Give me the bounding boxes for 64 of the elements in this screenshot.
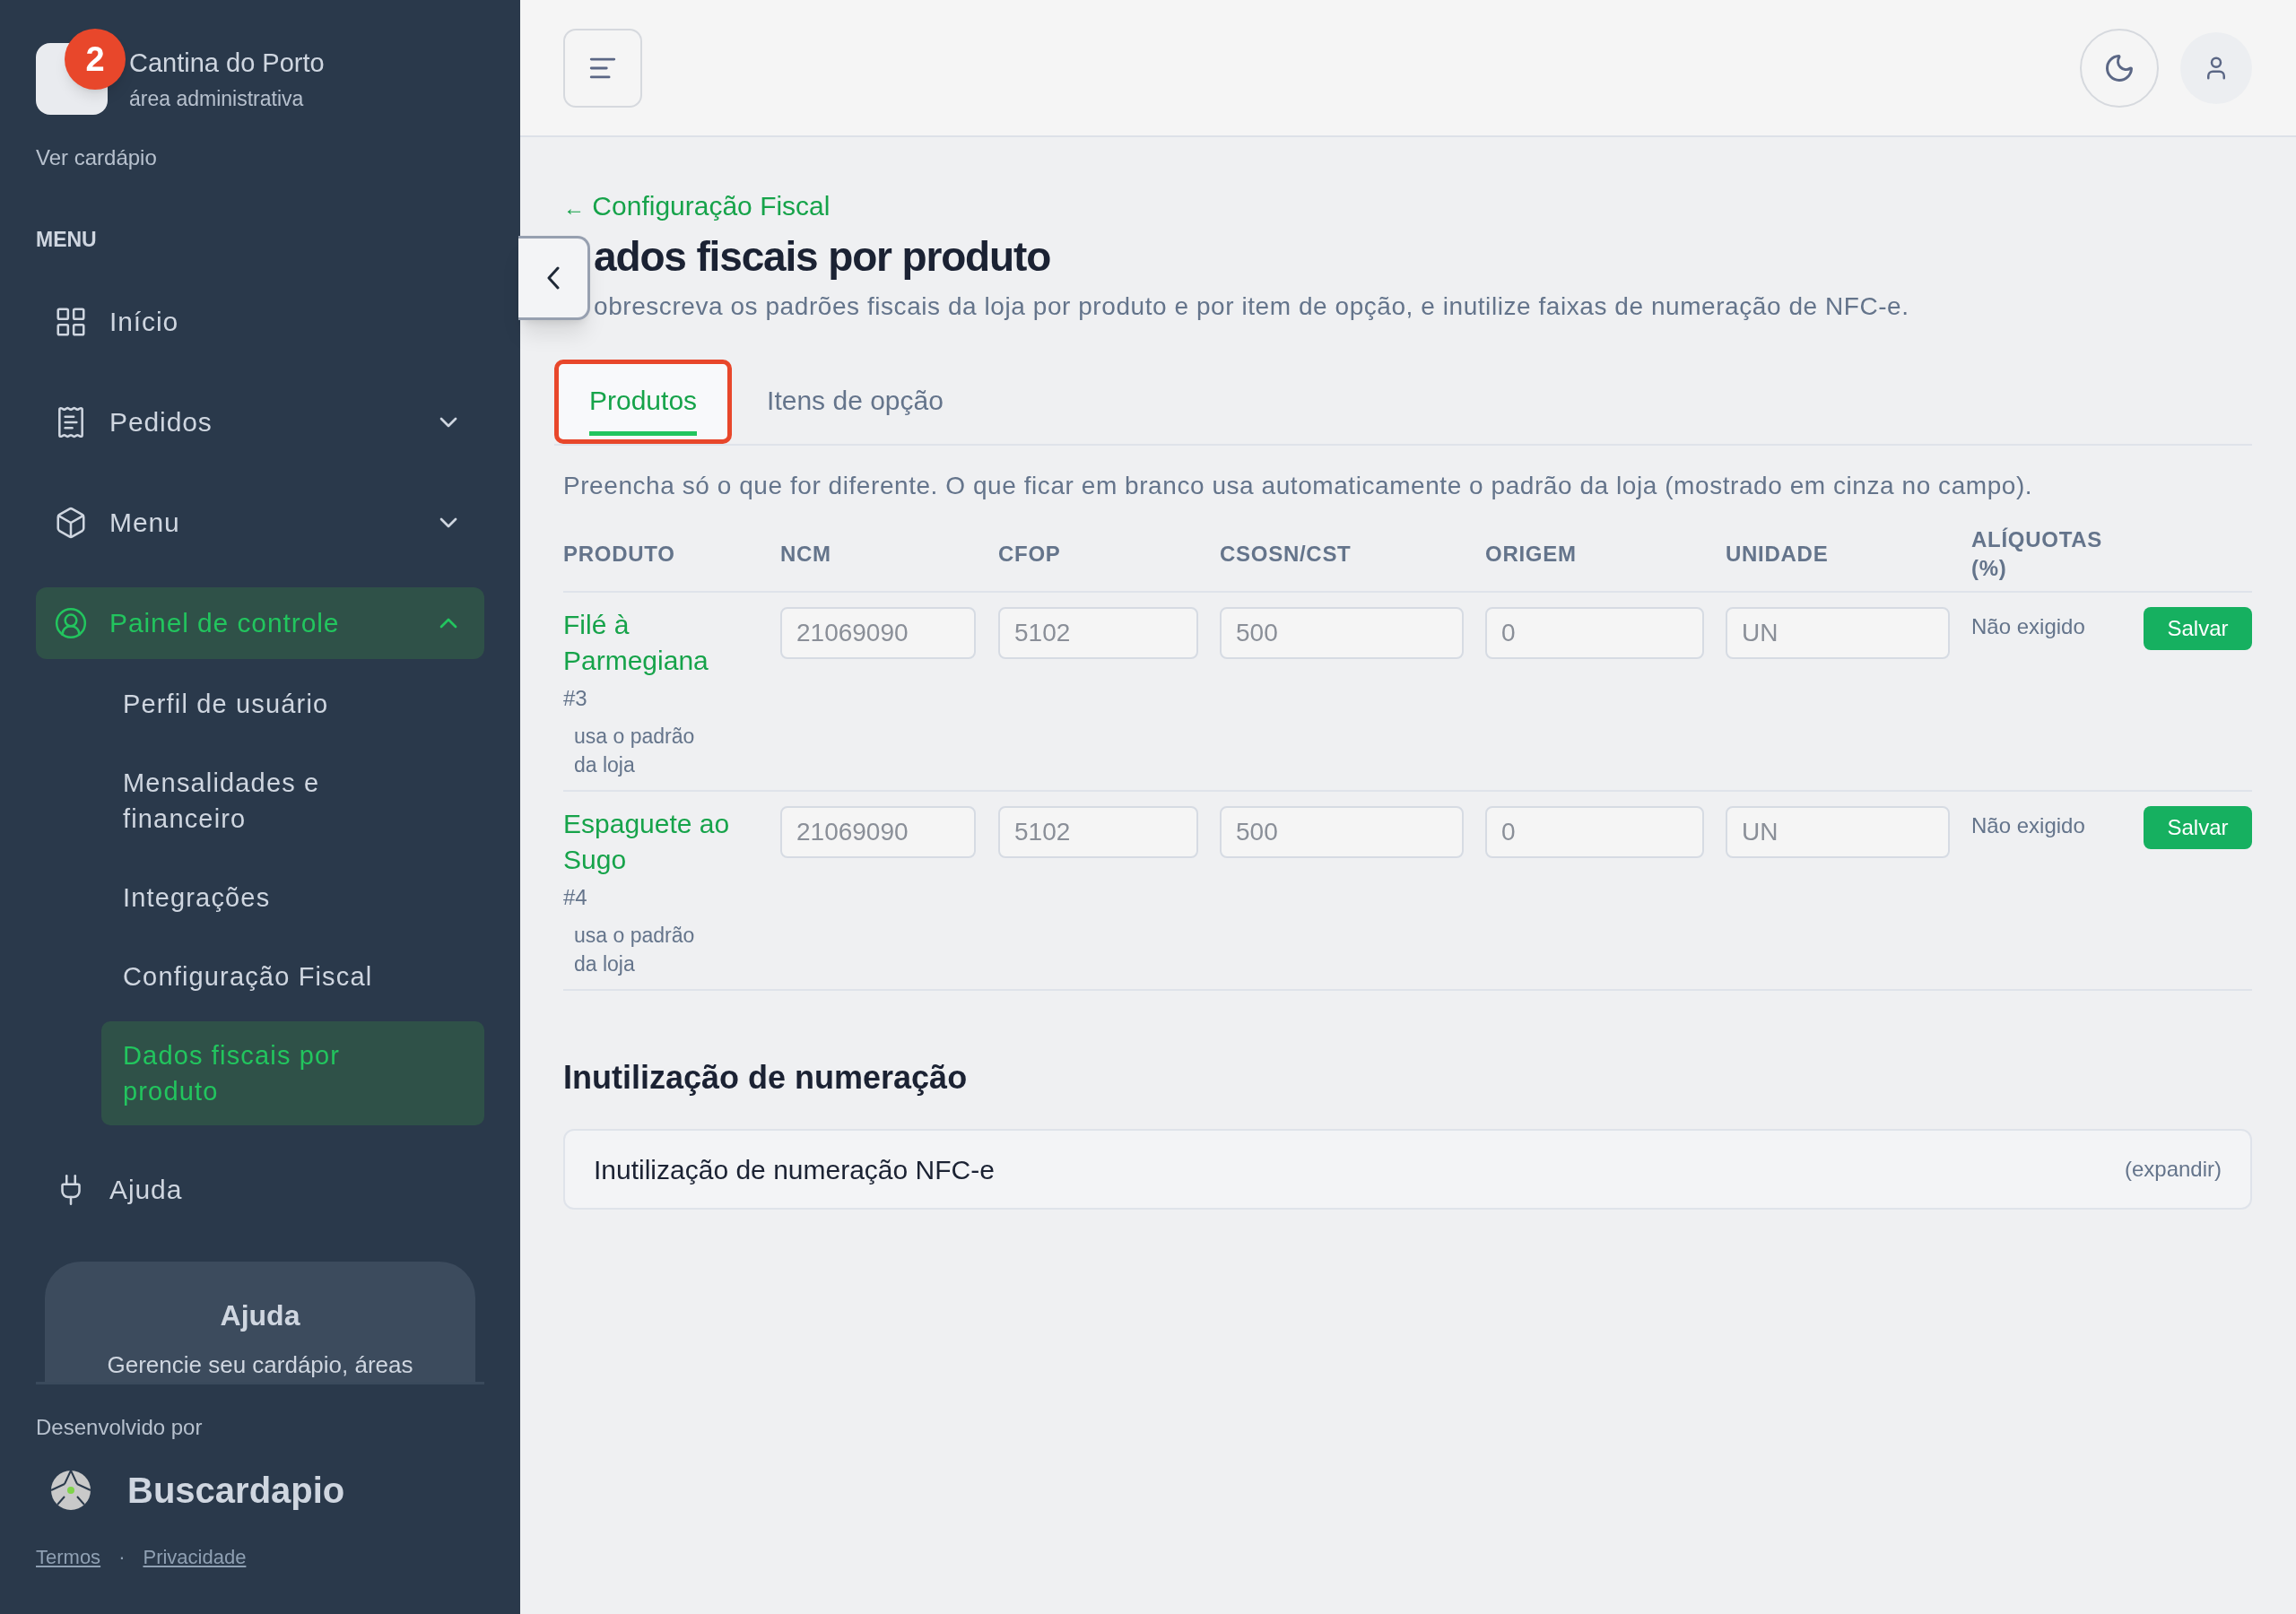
product-name-link[interactable]: Espaguete ao Sugo [563,806,762,878]
rates-status: Não exigido [1971,613,2086,640]
page-title: ados fiscais por produto [593,232,1052,282]
save-button[interactable]: Salvar [2144,806,2252,849]
hint-text: Preencha só o que for diferente. O que ficar em branco usa automaticamente o padrão da loja (mostrado em cinza no campo). [563,471,2034,501]
aperture-logo-icon [50,1469,91,1511]
column-header: ORIGEM [1485,541,1578,568]
text-field[interactable]: 0 [1485,806,1704,858]
accordion-header[interactable]: Inutilização de numeração NFC-e (expandir) [563,1129,2252,1210]
sub-nav-item[interactable]: Perfil de usuário [101,669,484,738]
sub-nav-item[interactable]: Integrações [101,863,484,932]
text-field[interactable]: 21069090 [780,607,976,659]
section-label: MENU [36,227,98,253]
collapse-sidebar-button[interactable] [518,236,590,320]
product-id: #4 [563,884,588,911]
product-id: #3 [563,685,588,712]
sub-nav-item[interactable]: Dados fiscais por produto [101,1020,484,1125]
text-field[interactable]: 5102 [998,806,1198,858]
column-header: NCM [780,541,832,568]
nav-item[interactable]: Início [36,285,484,358]
section-title: Inutilização de numeração [563,1058,969,1098]
column-header: PRODUTO [563,541,676,568]
column-header: ALÍQUOTAS (%) [1971,526,2104,582]
column-header: CFOP [998,541,1062,568]
step-badge: 2 [65,29,126,90]
column-header: CSOSN/CST [1220,541,1352,568]
text-field[interactable]: 21069090 [780,806,976,858]
save-button[interactable]: Salvar [2144,607,2252,650]
terms-link[interactable]: Termos [36,1541,101,1572]
box-icon [54,505,88,540]
brand-name: Buscardapio [127,1469,345,1512]
help-card-text: Gerencie seu cardápio, áreas [107,1350,413,1378]
store-subtitle: área administrativa [129,85,305,112]
separator-dot: · [118,1544,126,1570]
privacy-link[interactable]: Privacidade [143,1541,247,1572]
developed-by-label: Desenvolvido por [36,1413,204,1441]
text-field[interactable]: 0 [1485,607,1704,659]
product-name-link[interactable]: Filé à Parmegiana [563,607,762,679]
nav-item[interactable]: Menu [36,486,484,559]
text-field[interactable]: UN [1726,607,1950,659]
theme-toggle-button[interactable] [2080,28,2159,108]
text-field[interactable]: 500 [1220,607,1464,659]
page-subtitle: obrescreva os padrões fiscais da loja por produto e por item de opção, e inutilize faixas de numeração de NFC-e. [593,291,1910,322]
sub-nav-item[interactable]: Mensalidades e financeiro [101,748,484,853]
help-card-title: Ajuda [220,1297,300,1333]
nav-item[interactable]: Painel de controle [36,586,484,659]
column-header: UNIDADE [1726,541,1830,568]
text-field[interactable]: UN [1726,806,1950,858]
view-menu-link[interactable]: Ver cardápio [36,142,157,174]
store-name: Cantina do Porto [129,48,325,79]
default-note: usa o padrão da loja [573,724,696,778]
nav-item[interactable]: Pedidos [36,386,484,458]
rates-status: Não exigido [1971,812,2086,839]
tab[interactable]: Produtos [554,360,733,444]
sub-nav-item[interactable]: Configuração Fiscal [101,941,484,1011]
breadcrumb-link[interactable]: ← Configuração Fiscal [563,186,831,226]
text-field[interactable]: 5102 [998,607,1198,659]
menu-button[interactable] [563,28,642,108]
tab[interactable]: Itens de opção [732,360,978,444]
text-field[interactable]: 500 [1220,806,1464,858]
user-circle-icon [54,605,88,640]
nav-item[interactable]: Ajuda [36,1153,484,1226]
default-note: usa o padrão da loja [573,923,696,977]
chevron-left-icon [546,266,560,290]
